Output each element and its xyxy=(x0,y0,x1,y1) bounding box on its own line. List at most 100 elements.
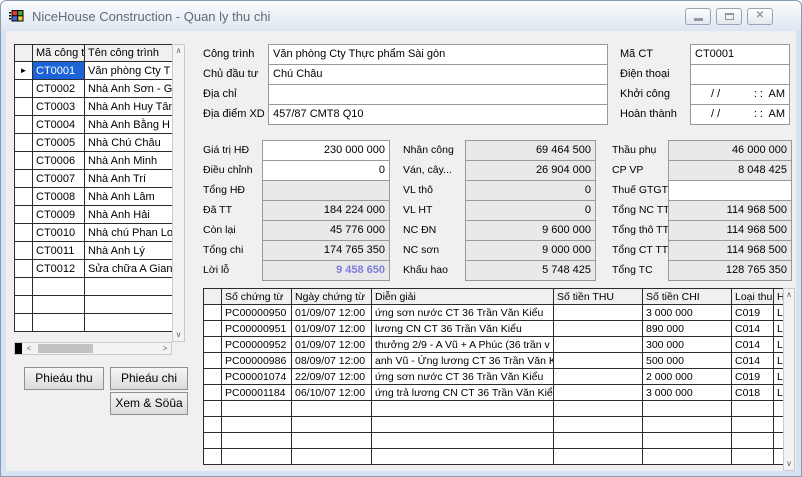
description-cell[interactable]: ứng trả lương CN CT 36 Trần Văn Kiểu xyxy=(372,385,554,401)
project-code-cell[interactable]: CT0010 xyxy=(33,224,85,242)
h-cell[interactable] xyxy=(774,417,784,433)
amount-thu-cell[interactable] xyxy=(554,337,643,353)
voucher-number-cell[interactable]: PC00000950 xyxy=(222,305,292,321)
titlebar[interactable]: NiceHouse Construction - Quan ly thu chi… xyxy=(1,1,801,31)
transaction-row[interactable]: PC00000952 01/09/07 12:00 thưởng 2/9 - A… xyxy=(204,337,784,353)
project-name-cell[interactable] xyxy=(85,314,173,332)
project-code-cell[interactable]: CT0012 xyxy=(33,260,85,278)
project-name-cell[interactable]: Nhà Anh Sơn - G xyxy=(85,80,173,98)
loai-thu-cell[interactable]: C018 xyxy=(732,385,774,401)
project-name-cell[interactable]: Nhà Anh Lâm xyxy=(85,188,173,206)
description-cell[interactable]: ứng sơn nước CT 36 Trần Văn Kiểu xyxy=(372,369,554,385)
project-code-cell[interactable]: CT0003 xyxy=(33,98,85,116)
hoan-thanh-field[interactable]: / / : : AM xyxy=(690,104,790,125)
description-cell[interactable]: ứng sơn nước CT 36 Trần Văn Kiểu xyxy=(372,305,554,321)
transaction-row[interactable] xyxy=(204,417,784,433)
col-header-so-tien-thu[interactable]: Số tiền THU xyxy=(554,289,643,305)
description-cell[interactable]: anh Vũ - Ứng lương CT 36 Trần Văn K xyxy=(372,353,554,369)
transactions-vscrollbar[interactable]: ∧ ∨ xyxy=(783,288,795,471)
ma-ct-field[interactable]: CT0001 xyxy=(690,44,790,65)
project-row[interactable]: CT0003 Nhà Anh Huy Tân xyxy=(15,98,173,116)
cong-trinh-field[interactable]: Văn phòng Cty Thực phẩm Sài gòn xyxy=(268,44,608,65)
project-row[interactable]: CT0002 Nhà Anh Sơn - G xyxy=(15,80,173,98)
description-cell[interactable] xyxy=(372,449,554,465)
project-code-cell[interactable]: CT0009 xyxy=(33,206,85,224)
amount-thu-cell[interactable] xyxy=(554,369,643,385)
project-row[interactable]: CT0005 Nhà Chú Châu xyxy=(15,134,173,152)
transaction-row[interactable]: PC00000950 01/09/07 12:00 ứng sơn nước C… xyxy=(204,305,784,321)
project-row[interactable]: CT0008 Nhà Anh Lâm xyxy=(15,188,173,206)
project-code-cell[interactable] xyxy=(33,314,85,332)
project-name-cell[interactable]: Sửa chữa A Giang xyxy=(85,260,173,278)
voucher-number-cell[interactable] xyxy=(222,449,292,465)
phieu-thu-button[interactable]: Phieáu thu xyxy=(24,367,104,390)
amount-chi-cell[interactable]: 500 000 xyxy=(643,353,732,369)
amount-chi-cell[interactable]: 300 000 xyxy=(643,337,732,353)
loai-thu-cell[interactable]: C014 xyxy=(732,337,774,353)
dien-thoai-field[interactable] xyxy=(690,64,790,85)
col-header-h[interactable]: H xyxy=(774,289,784,305)
voucher-date-cell[interactable] xyxy=(292,433,372,449)
voucher-number-cell[interactable]: PC00000986 xyxy=(222,353,292,369)
col-header-loai-thu[interactable]: Loại thu xyxy=(732,289,774,305)
amount-chi-cell[interactable] xyxy=(643,433,732,449)
amount-chi-cell[interactable]: 2 000 000 xyxy=(643,369,732,385)
transaction-row[interactable]: PC00001184 06/10/07 12:00 ứng trả lương … xyxy=(204,385,784,401)
project-name-cell[interactable] xyxy=(85,296,173,314)
scroll-down-icon[interactable]: ∨ xyxy=(173,329,184,341)
voucher-number-cell[interactable] xyxy=(222,433,292,449)
voucher-date-cell[interactable]: 22/09/07 12:00 xyxy=(292,369,372,385)
voucher-date-cell[interactable] xyxy=(292,449,372,465)
amount-thu-cell[interactable] xyxy=(554,417,643,433)
amount-thu-cell[interactable] xyxy=(554,449,643,465)
voucher-number-cell[interactable] xyxy=(222,417,292,433)
voucher-date-cell[interactable]: 08/09/07 12:00 xyxy=(292,353,372,369)
transaction-row[interactable] xyxy=(204,401,784,417)
scroll-left-icon[interactable]: < xyxy=(23,343,35,354)
project-row[interactable]: CT0006 Nhà Anh Minh xyxy=(15,152,173,170)
description-cell[interactable] xyxy=(372,417,554,433)
col-header-so-tien-chi[interactable]: Số tiền CHI xyxy=(643,289,732,305)
project-row[interactable] xyxy=(15,296,173,314)
description-cell[interactable] xyxy=(372,401,554,417)
amount-thu-cell[interactable] xyxy=(554,305,643,321)
project-name-cell[interactable]: Nhà Anh Hải xyxy=(85,206,173,224)
h-cell[interactable]: L xyxy=(774,369,784,385)
scroll-up-icon[interactable]: ∧ xyxy=(173,45,184,57)
loai-thu-cell[interactable] xyxy=(732,449,774,465)
amount-chi-cell[interactable]: 890 000 xyxy=(643,321,732,337)
project-grid-vscrollbar[interactable]: ∧ ∨ xyxy=(172,44,185,342)
amount-chi-cell[interactable] xyxy=(643,417,732,433)
project-name-cell[interactable]: Nhà Anh Minh xyxy=(85,152,173,170)
voucher-date-cell[interactable] xyxy=(292,417,372,433)
voucher-date-cell[interactable]: 01/09/07 12:00 xyxy=(292,305,372,321)
scroll-right-icon[interactable]: > xyxy=(159,343,171,354)
loai-thu-cell[interactable] xyxy=(732,417,774,433)
voucher-number-cell[interactable] xyxy=(222,401,292,417)
transaction-row[interactable]: PC00001074 22/09/07 12:00 ứng sơn nước C… xyxy=(204,369,784,385)
project-name-cell[interactable]: Nhà Anh Bằng H xyxy=(85,116,173,134)
project-row[interactable] xyxy=(15,314,173,332)
voucher-date-cell[interactable]: 01/09/07 12:00 xyxy=(292,337,372,353)
project-code-cell[interactable] xyxy=(33,296,85,314)
loai-thu-cell[interactable] xyxy=(732,433,774,449)
scroll-down-icon[interactable]: ∨ xyxy=(784,458,794,470)
project-row[interactable]: CT0004 Nhà Anh Bằng H xyxy=(15,116,173,134)
h-cell[interactable] xyxy=(774,449,784,465)
project-code-cell[interactable]: CT0011 xyxy=(33,242,85,260)
project-code-cell[interactable]: CT0007 xyxy=(33,170,85,188)
project-name-cell[interactable]: Nhà chú Phan Lo xyxy=(85,224,173,242)
project-code-cell[interactable]: CT0001 xyxy=(33,62,85,80)
maximize-button[interactable] xyxy=(716,8,742,25)
voucher-date-cell[interactable]: 01/09/07 12:00 xyxy=(292,321,372,337)
description-cell[interactable]: thưởng 2/9 - A Vũ + A Phúc (36 trần v xyxy=(372,337,554,353)
project-code-cell[interactable]: CT0005 xyxy=(33,134,85,152)
project-name-cell[interactable] xyxy=(85,278,173,296)
project-code-cell[interactable]: CT0008 xyxy=(33,188,85,206)
h-cell[interactable]: L xyxy=(774,321,784,337)
project-name-cell[interactable]: Nhà Anh Trí xyxy=(85,170,173,188)
transaction-row[interactable]: PC00000986 08/09/07 12:00 anh Vũ - Ứng l… xyxy=(204,353,784,369)
project-code-cell[interactable]: CT0006 xyxy=(33,152,85,170)
scroll-up-icon[interactable]: ∧ xyxy=(784,289,794,301)
project-code-cell[interactable]: CT0002 xyxy=(33,80,85,98)
